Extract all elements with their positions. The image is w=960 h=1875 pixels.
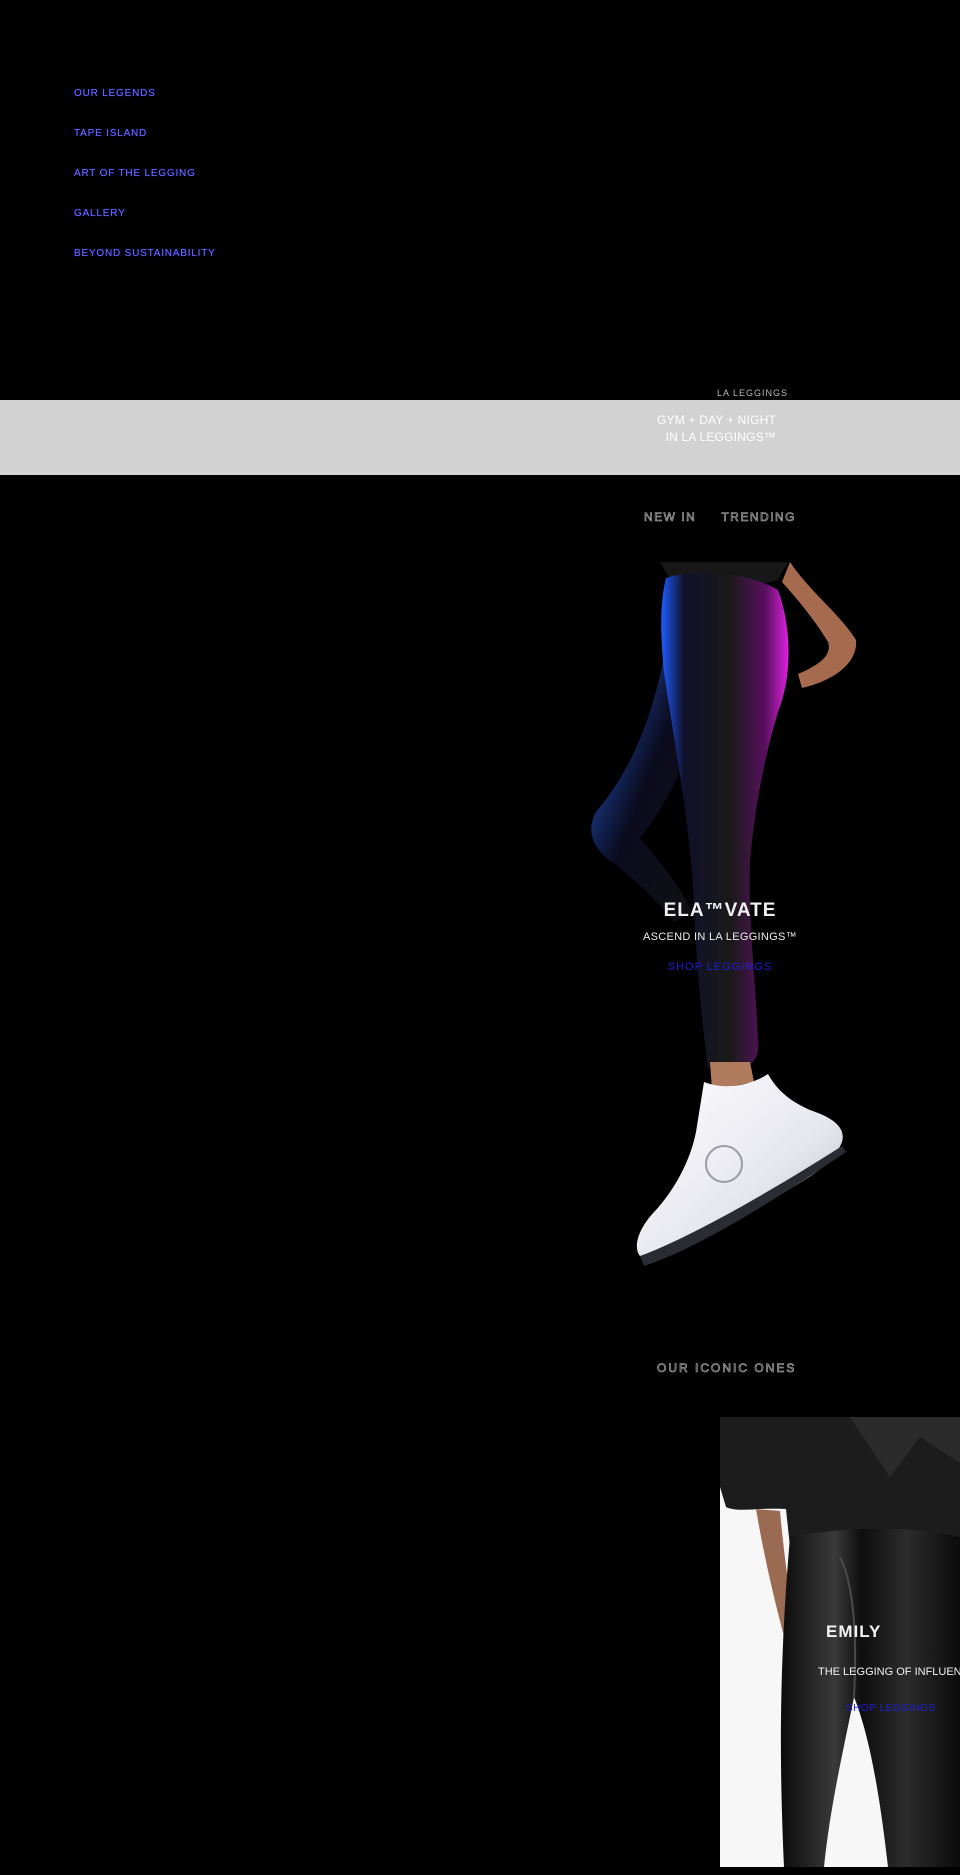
tab-trending[interactable]: Trending <box>721 510 796 525</box>
banner-band <box>0 400 960 475</box>
emily-card-image[interactable] <box>720 1417 960 1867</box>
emily-shop-leggings-link[interactable]: SHOP LEGGINGS <box>846 1703 960 1714</box>
menu-item-art-of-the-legging[interactable]: Art of the Legging <box>74 166 374 206</box>
leggings-illustration <box>591 562 857 1266</box>
hero-subtitle: ASCEND IN LA LEGGINGS™ <box>643 931 797 943</box>
tab-new-in[interactable]: New In <box>644 510 696 525</box>
emily-card-subtitle: THE LEGGING OF INFLUENCERS <box>818 1666 960 1678</box>
hero-image[interactable] <box>578 562 870 1284</box>
banner-line-1: GYM + DAY + NIGHT <box>657 413 776 427</box>
menu-item-beyond-sustainability[interactable]: Beyond Sustainability <box>74 246 374 286</box>
emily-card-title: EMILY <box>826 1622 882 1641</box>
menu-item-tape-island[interactable]: Tape Island <box>74 126 374 166</box>
banner-line-2: IN LA LEGGINGS™ <box>665 430 776 444</box>
banner-text: GYM + DAY + NIGHT IN LA LEGGINGS™ <box>620 412 776 446</box>
hero-title: ELA™VATE <box>663 900 777 921</box>
hero-shop-leggings-link[interactable]: SHOP LEGGINGS <box>610 961 830 973</box>
top-menu: Our Legends Tape Island Art of the Leggi… <box>74 86 374 286</box>
banner-kicker: LA LEGGINGS <box>716 388 788 398</box>
menu-item-gallery[interactable]: Gallery <box>74 206 374 246</box>
product-tabs: New In Trending <box>644 510 796 525</box>
emily-leggings-illustration <box>720 1417 960 1867</box>
section-title-iconic-ones: OUR ICONIC ONES <box>657 1361 797 1376</box>
menu-item-our-legends[interactable]: Our Legends <box>74 86 374 126</box>
